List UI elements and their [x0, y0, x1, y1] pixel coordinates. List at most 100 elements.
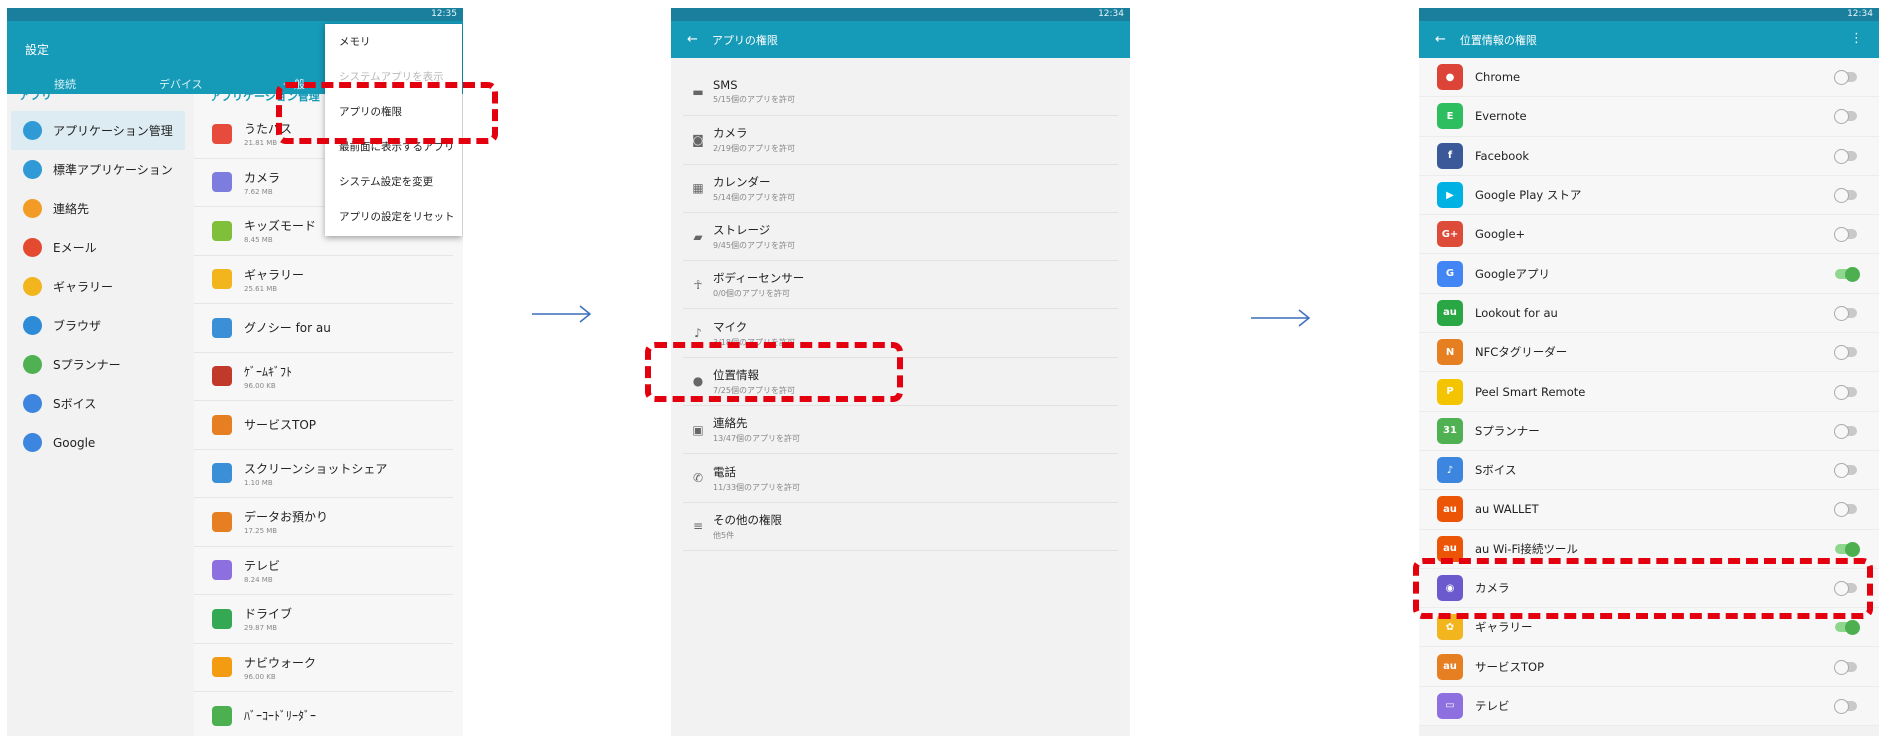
location-toggle[interactable] [1834, 659, 1857, 675]
location-app-row[interactable]: ▶ Google Play ストア [1419, 176, 1879, 216]
app-name: Chrome [1475, 70, 1521, 85]
category-item[interactable]: 連絡先 [7, 189, 189, 228]
status-bar: 12:34 [1419, 8, 1879, 21]
permission-name: ストレージ [713, 223, 771, 238]
app-text: ドライブ 29.87 MB [244, 605, 292, 632]
menu-item[interactable]: アプリの設定をリセット [325, 199, 462, 234]
back-arrow-icon[interactable]: ← [1435, 32, 1446, 47]
app-text: キッズモード 8.45 MB [244, 217, 316, 244]
category-icon [23, 160, 42, 179]
location-app-row[interactable]: ♪ Sボイス [1419, 451, 1879, 491]
location-app-row[interactable]: ● Chrome [1419, 58, 1879, 98]
back-arrow-icon[interactable]: ← [687, 32, 698, 47]
location-toggle[interactable] [1834, 70, 1857, 86]
location-toggle[interactable] [1834, 148, 1857, 164]
menu-item[interactable]: メモリ [325, 24, 462, 59]
location-app-row[interactable]: au au WALLET [1419, 490, 1879, 530]
arrow-right-icon [1251, 309, 1311, 327]
location-app-row[interactable]: au Lookout for au [1419, 294, 1879, 334]
app-icon: G [1437, 260, 1463, 287]
app-name: サービスTOP [244, 418, 317, 433]
location-toggle[interactable] [1834, 502, 1857, 518]
permission-item[interactable]: ▬ SMS 5/15個のアプリを許可 [683, 68, 1118, 117]
category-label: 連絡先 [53, 202, 90, 216]
category-item[interactable]: Google [7, 423, 189, 462]
location-app-row[interactable]: au サービスTOP [1419, 647, 1879, 687]
app-icon: au [1437, 299, 1463, 326]
app-list-item[interactable]: ｹﾞｰﾑｷﾞﾌﾄ 96.00 KB [194, 353, 453, 401]
permission-item[interactable]: ▣ 連絡先 13/47個のアプリを許可 [683, 406, 1118, 455]
location-toggle[interactable] [1834, 423, 1857, 439]
location-app-row[interactable]: N NFCタグリーダー [1419, 333, 1879, 373]
category-icon [23, 277, 42, 296]
category-item[interactable]: ギャラリー [7, 267, 189, 306]
location-app-row[interactable]: P Peel Smart Remote [1419, 372, 1879, 412]
permission-count: 13/47個のアプリを許可 [713, 434, 801, 444]
location-toggle[interactable] [1834, 384, 1857, 400]
category-item[interactable]: アプリケーション管理 [11, 111, 185, 150]
app-list-item[interactable]: ナビウォーク 96.00 KB [194, 644, 453, 692]
app-text: テレビ 8.24 MB [244, 557, 280, 584]
category-item[interactable]: 標準アプリケーション [7, 150, 189, 189]
permission-name: 連絡先 [713, 416, 748, 431]
app-list-item[interactable]: テレビ 8.24 MB [194, 547, 453, 595]
app-name: NFCタグリーダー [1475, 345, 1568, 360]
more-options-icon[interactable]: ⋮ [1850, 31, 1863, 46]
location-toggle[interactable] [1834, 345, 1857, 361]
location-toggle[interactable] [1834, 188, 1857, 204]
category-item[interactable]: ブラウザ [7, 306, 189, 345]
permission-item[interactable]: ▦ カレンダー 5/14個のアプリを許可 [683, 165, 1118, 213]
app-size: 1.10 MB [244, 478, 273, 487]
permission-count: 0/0個のアプリを許可 [713, 289, 790, 299]
location-toggle[interactable] [1834, 305, 1857, 321]
app-text: サービスTOP [244, 416, 316, 433]
location-app-row[interactable]: ▭ テレビ [1419, 687, 1879, 727]
permission-item[interactable]: ✆ 電話 11/33個のアプリを許可 [683, 454, 1118, 503]
app-list-item[interactable]: ドライブ 29.87 MB [194, 595, 453, 644]
location-toggle[interactable] [1834, 227, 1857, 243]
location-app-row[interactable]: f Facebook [1419, 137, 1879, 176]
page-title: 位置情報の権限 [1459, 33, 1537, 47]
location-toggle[interactable] [1834, 463, 1857, 479]
location-toggle[interactable] [1834, 698, 1857, 714]
app-list-item[interactable]: サービスTOP [194, 401, 453, 450]
category-label: Eメール [53, 241, 97, 255]
location-app-row[interactable]: 31 Sプランナー [1419, 412, 1879, 451]
app-icon [212, 123, 232, 144]
app-text: カメラ 7.62 MB [244, 169, 280, 196]
category-item[interactable]: Sボイス [7, 384, 189, 423]
tutorial-canvas: 12:35 設定 接続 デバイス 一般 アプリ アプリケーション管理 標準アプリケ… [0, 0, 1879, 736]
section-header: アプリ [19, 89, 52, 102]
location-toggle[interactable] [1834, 109, 1857, 125]
permission-count: 5/15個のアプリを許可 [713, 95, 795, 105]
app-icon [212, 269, 232, 290]
permission-item[interactable]: ◙ カメラ 2/19個のアプリを許可 [683, 116, 1118, 165]
app-name: ドライブ [244, 607, 293, 622]
permission-item[interactable]: ☥ ボディーセンサー 0/0個のアプリを許可 [683, 261, 1118, 310]
app-icon: 31 [1437, 417, 1463, 444]
category-label: Sボイス [53, 397, 97, 411]
location-app-row[interactable]: E Evernote [1419, 97, 1879, 137]
app-name: Facebook [1475, 148, 1530, 163]
location-toggle[interactable] [1835, 620, 1860, 636]
location-app-row[interactable]: G+ Google+ [1419, 215, 1879, 255]
permission-text: SMS 5/15個のアプリを許可 [713, 78, 795, 105]
app-list-item[interactable]: スクリーンショットシェア 1.10 MB [194, 450, 453, 498]
category-label: 標準アプリケーション [53, 163, 173, 177]
app-name: グノシー for au [244, 321, 331, 336]
location-app-row[interactable]: G Googleアプリ [1419, 254, 1879, 294]
permission-item[interactable]: ≡ その他の権限 他5件 [683, 503, 1118, 551]
location-toggle[interactable] [1835, 266, 1860, 282]
permission-item[interactable]: ▰ ストレージ 9/45個のアプリを許可 [683, 213, 1118, 262]
app-list-item[interactable]: データお預かり 17.25 MB [194, 498, 453, 547]
permission-icon: ◙ [692, 132, 704, 147]
page-title: 設定 [25, 43, 50, 57]
category-item[interactable]: Eメール [7, 228, 189, 267]
app-list-item[interactable]: ギャラリー 25.61 MB [194, 256, 453, 304]
app-list-item[interactable]: グノシー for au [194, 304, 453, 353]
app-list-item[interactable]: ﾊﾞｰｺｰﾄﾞﾘｰﾀﾞｰ [194, 692, 453, 736]
menu-item[interactable]: システム設定を変更 [325, 164, 462, 199]
category-item[interactable]: Sプランナー [7, 345, 189, 384]
location-toggle[interactable] [1835, 541, 1860, 557]
app-text: グノシー for au [244, 319, 331, 336]
